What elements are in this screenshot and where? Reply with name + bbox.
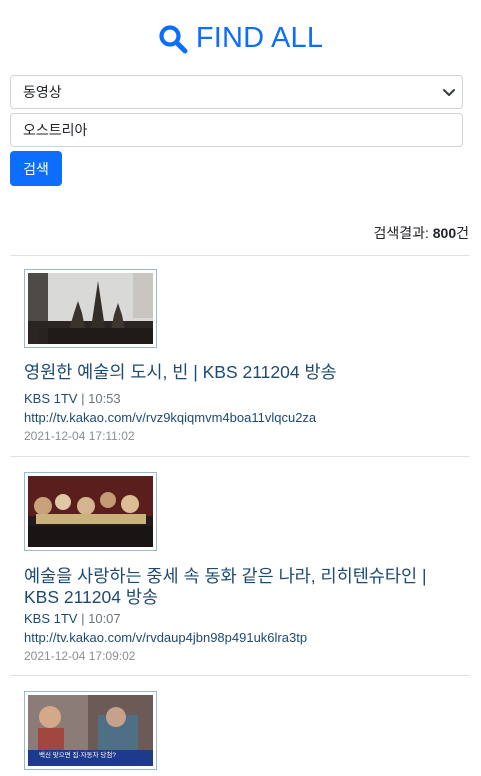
video-thumbnail[interactable]: 백신 맞으면 집·자동차 당첨? [24, 691, 157, 770]
title-text: FIND ALL [195, 22, 324, 54]
header: FIND ALL [0, 0, 481, 75]
video-duration: 10:07 [88, 611, 121, 626]
video-meta: KBS 1TV | 10:07 [24, 611, 121, 626]
channel-name: KBS 1TV [24, 611, 78, 626]
list-item: 백신 맞으면 집·자동차 당첨? [10, 676, 470, 776]
video-thumbnail[interactable] [24, 472, 157, 551]
video-title[interactable]: 예술을 사랑하는 중세 속 동화 같은 나라, 리히텐슈타인 | KBS 211… [24, 566, 464, 608]
search-input[interactable] [10, 113, 463, 147]
list-item: 영원한 예술의 도시, 빈 | KBS 211204 방송 KBS 1TV | … [10, 256, 470, 457]
channel-name: KBS 1TV [24, 391, 78, 406]
result-count-unit: 건 [456, 225, 469, 241]
list-item: 예술을 사랑하는 중세 속 동화 같은 나라, 리히텐슈타인 | KBS 211… [10, 457, 470, 676]
video-url[interactable]: http://tv.kakao.com/v/rvdaup4jbn98p491uk… [24, 630, 307, 645]
video-title[interactable]: 영원한 예술의 도시, 빈 | KBS 211204 방송 [24, 362, 464, 383]
search-button[interactable]: 검색 [10, 151, 62, 186]
result-count-value: 800 [432, 225, 457, 241]
meta-separator: | [81, 391, 85, 406]
video-date: 2021-12-04 17:09:02 [24, 649, 136, 663]
video-meta: KBS 1TV | 10:53 [24, 391, 121, 406]
search-form: 동영상 검색 [0, 75, 481, 186]
video-date: 2021-12-04 17:11:02 [24, 429, 135, 443]
result-list: 영원한 예술의 도시, 빈 | KBS 211204 방송 KBS 1TV | … [10, 256, 470, 776]
video-thumbnail[interactable] [24, 269, 157, 348]
result-count-label: 검색결과: [373, 225, 429, 241]
chevron-down-icon [442, 85, 456, 99]
video-url[interactable]: http://tv.kakao.com/v/rvz9kqiqmvm4boa11v… [24, 410, 316, 425]
meta-separator: | [81, 611, 85, 626]
video-duration: 10:53 [88, 391, 121, 406]
thumbnail-caption: 백신 맞으면 집·자동차 당첨? [39, 752, 116, 759]
result-count: 검색결과: 800건 [373, 223, 469, 243]
category-select-value: 동영상 [23, 84, 62, 100]
page-title[interactable]: FIND ALL [158, 22, 323, 55]
search-icon [158, 24, 188, 54]
category-select[interactable]: 동영상 [10, 75, 463, 109]
